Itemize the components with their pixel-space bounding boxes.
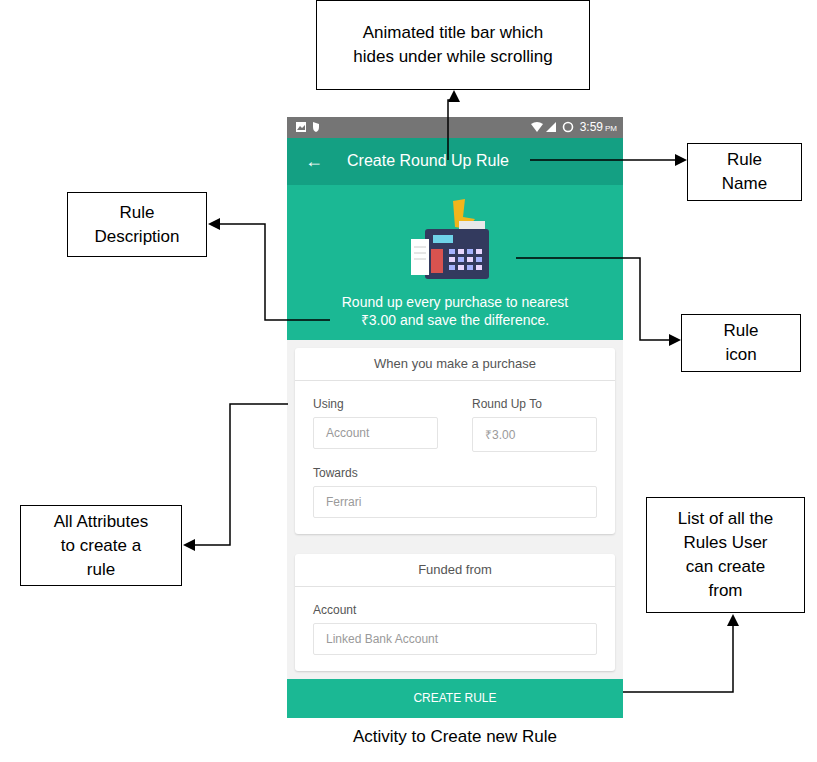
form-section: Funded from Account Linked Bank Account — [295, 554, 615, 671]
create-rule-button[interactable]: CREATE RULE — [287, 679, 623, 718]
notification-icons-icon — [295, 121, 325, 133]
status-bar: 3:59 PM — [287, 117, 623, 138]
arrow-icon — [448, 93, 454, 160]
phone-screen: 3:59 PM ← Create Round Up Rule Round up … — [287, 117, 623, 718]
field-input[interactable]: ₹3.00 — [472, 417, 597, 452]
figure-caption: Activity to Create new Rule — [287, 727, 623, 747]
field-input[interactable]: Linked Bank Account — [313, 623, 597, 655]
form-section: When you make a purchase Using Account Ro… — [295, 348, 615, 534]
status-time: 3:59 — [580, 120, 603, 134]
form-field: Using Account — [313, 397, 438, 452]
arrow-icon — [530, 159, 684, 161]
annotation-box: Rule icon — [681, 314, 801, 372]
app-bar: ← Create Round Up Rule — [287, 138, 623, 185]
form-field: Account Linked Bank Account — [313, 603, 597, 655]
rule-form: When you make a purchase Using Account Ro… — [287, 340, 623, 679]
annotation-arrows — [0, 0, 817, 762]
cash-register-icon — [405, 199, 505, 283]
annotation-box: Rule Name — [687, 143, 802, 201]
annotated-screenshot: 3:59 PM ← Create Round Up Rule Round up … — [0, 0, 817, 762]
arrow-icon — [186, 404, 288, 545]
arrow-icon — [623, 617, 733, 692]
arrow-icon — [516, 258, 678, 340]
field-label: Using — [313, 397, 438, 411]
field-input[interactable]: Account — [313, 417, 438, 449]
app-bar-title: Create Round Up Rule — [347, 152, 509, 170]
rule-description: Round up every purchase to nearest ₹3.00… — [324, 293, 586, 329]
field-label: Account — [313, 603, 597, 617]
arrow-icon — [211, 224, 330, 320]
annotation-box: List of all the Rules User can create fr… — [646, 497, 805, 613]
section-title: When you make a purchase — [295, 348, 615, 381]
annotation-box: Animated title bar which hides under whi… — [316, 0, 590, 90]
field-input[interactable]: Ferrari — [313, 486, 597, 518]
section-title: Funded from — [295, 554, 615, 587]
annotation-box: Rule Description — [67, 192, 207, 257]
rule-hero: Round up every purchase to nearest ₹3.00… — [287, 185, 623, 340]
signal-icons-icon — [530, 121, 578, 133]
form-field: Round Up To ₹3.00 — [472, 397, 597, 452]
back-button[interactable]: ← — [305, 151, 323, 172]
annotation-box: All Attributes to create a rule — [20, 505, 182, 586]
form-field: Towards Ferrari — [313, 466, 597, 518]
field-label: Towards — [313, 466, 597, 480]
field-label: Round Up To — [472, 397, 597, 411]
status-period: PM — [605, 124, 617, 133]
